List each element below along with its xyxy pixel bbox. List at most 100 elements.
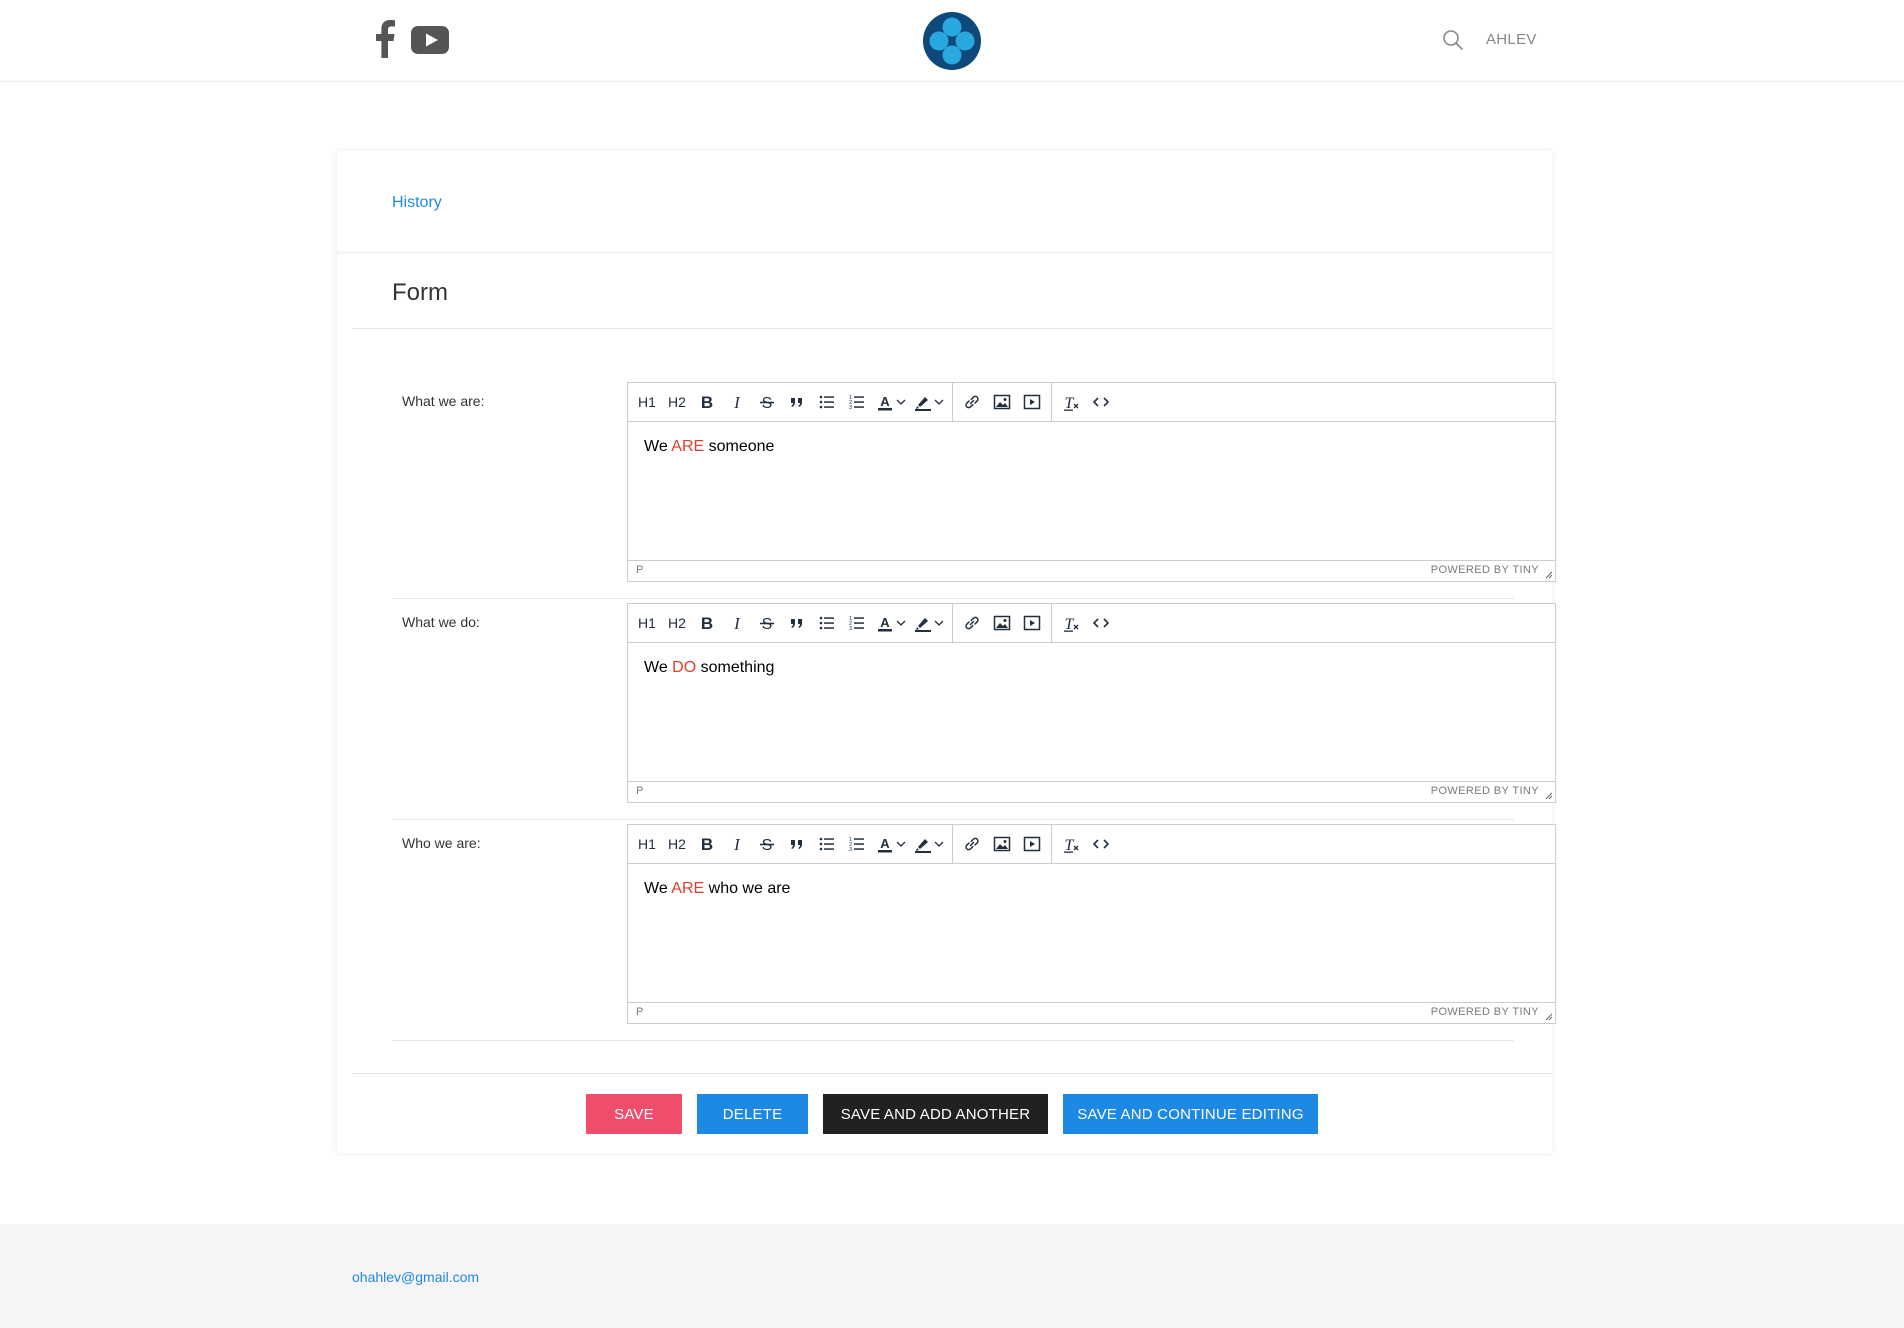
h1-button[interactable]: H1 (632, 608, 662, 638)
clear-formatting-icon[interactable]: T (1056, 387, 1086, 417)
chevron-down-icon[interactable] (894, 837, 908, 851)
link-icon[interactable] (957, 608, 987, 638)
highlight-color-icon[interactable] (910, 608, 948, 638)
branding-link[interactable]: POWERED BY TINY (1431, 1006, 1539, 1018)
h1-button[interactable]: H1 (632, 829, 662, 859)
clear-formatting-icon[interactable]: T (1056, 829, 1086, 859)
media-icon[interactable] (1017, 829, 1047, 859)
save-and-add-another-button[interactable]: SAVE AND ADD ANOTHER (823, 1094, 1048, 1134)
svg-text:3: 3 (849, 847, 852, 853)
toolbar-group-format: H1 H2 B I S 123 A (628, 825, 952, 863)
delete-button[interactable]: DELETE (697, 1094, 808, 1134)
image-icon[interactable] (987, 608, 1017, 638)
chevron-down-icon[interactable] (932, 837, 946, 851)
source-code-icon[interactable] (1086, 608, 1116, 638)
h2-button[interactable]: H2 (662, 387, 692, 417)
bullet-list-icon[interactable] (812, 608, 842, 638)
svg-text:T: T (1065, 395, 1075, 412)
element-path[interactable]: P (636, 785, 643, 797)
editor-content[interactable]: We ARE someone (628, 422, 1555, 560)
svg-text:A: A (880, 394, 890, 409)
site-header: AHLEV (0, 0, 1904, 82)
chevron-down-icon[interactable] (932, 616, 946, 630)
strikethrough-icon[interactable]: S (752, 387, 782, 417)
editor-toolbar: H1 H2 B I S 123 A T (628, 383, 1555, 422)
branding-link[interactable]: POWERED BY TINY (1431, 564, 1539, 576)
svg-text:S: S (762, 395, 773, 412)
numbered-list-icon[interactable]: 123 (842, 608, 872, 638)
link-icon[interactable] (957, 829, 987, 859)
page-title: Form (392, 279, 448, 306)
toolbar-group-insert (952, 383, 1051, 421)
branding-link[interactable]: POWERED BY TINY (1431, 785, 1539, 797)
svg-text:B: B (701, 835, 713, 854)
chevron-down-icon[interactable] (932, 395, 946, 409)
footer-email-link[interactable]: ohahlev@gmail.com (352, 1269, 479, 1285)
svg-text:I: I (733, 614, 741, 633)
toolbar-group-tools: T (1051, 825, 1120, 863)
h1-button[interactable]: H1 (632, 387, 662, 417)
strikethrough-icon[interactable]: S (752, 608, 782, 638)
h2-button[interactable]: H2 (662, 829, 692, 859)
resize-handle-icon[interactable] (1543, 569, 1553, 579)
source-code-icon[interactable] (1086, 387, 1116, 417)
italic-icon[interactable]: I (722, 829, 752, 859)
italic-icon[interactable]: I (722, 387, 752, 417)
logo-icon[interactable] (922, 11, 982, 71)
image-icon[interactable] (987, 387, 1017, 417)
source-code-icon[interactable] (1086, 829, 1116, 859)
search-icon[interactable] (1442, 29, 1464, 51)
h2-button[interactable]: H2 (662, 608, 692, 638)
chevron-down-icon[interactable] (894, 395, 908, 409)
element-path[interactable]: P (636, 564, 643, 576)
svg-text:B: B (701, 614, 713, 633)
text-color-icon[interactable]: A (872, 608, 910, 638)
content-text: something (696, 659, 775, 676)
link-icon[interactable] (957, 387, 987, 417)
card-header: History (337, 151, 1552, 254)
youtube-icon[interactable] (411, 26, 451, 55)
highlight-color-icon[interactable] (910, 387, 948, 417)
bold-icon[interactable]: B (692, 387, 722, 417)
bullet-list-icon[interactable] (812, 387, 842, 417)
rich-text-editor[interactable]: H1 H2 B I S 123 A T (627, 382, 1556, 582)
editor-toolbar: H1 H2 B I S 123 A T (628, 604, 1555, 643)
text-color-icon[interactable]: A (872, 829, 910, 859)
history-link[interactable]: History (392, 194, 442, 212)
media-icon[interactable] (1017, 387, 1047, 417)
svg-text:A: A (880, 615, 890, 630)
chevron-down-icon[interactable] (894, 616, 908, 630)
bullet-list-icon[interactable] (812, 829, 842, 859)
rich-text-editor[interactable]: H1 H2 B I S 123 A T (627, 824, 1556, 1024)
media-icon[interactable] (1017, 608, 1047, 638)
resize-handle-icon[interactable] (1543, 1011, 1553, 1021)
bold-icon[interactable]: B (692, 829, 722, 859)
svg-text:S: S (762, 837, 773, 854)
save-and-continue-editing-button[interactable]: SAVE AND CONTINUE EDITING (1063, 1094, 1318, 1134)
content-highlight: ARE (671, 880, 705, 897)
italic-icon[interactable]: I (722, 608, 752, 638)
element-path[interactable]: P (636, 1006, 643, 1018)
blockquote-icon[interactable] (782, 608, 812, 638)
editor-content[interactable]: We ARE who we are (628, 864, 1555, 1002)
text-color-icon[interactable]: A (872, 387, 910, 417)
save-button[interactable]: SAVE (586, 1094, 682, 1134)
field-label: Who we are: (402, 835, 481, 851)
toolbar-group-format: H1 H2 B I S 123 A (628, 383, 952, 421)
user-menu-link[interactable]: AHLEV (1486, 31, 1537, 48)
editor-content[interactable]: We DO something (628, 643, 1555, 781)
highlight-color-icon[interactable] (910, 829, 948, 859)
numbered-list-icon[interactable]: 123 (842, 829, 872, 859)
strikethrough-icon[interactable]: S (752, 829, 782, 859)
image-icon[interactable] (987, 829, 1017, 859)
blockquote-icon[interactable] (782, 829, 812, 859)
rich-text-editor[interactable]: H1 H2 B I S 123 A T (627, 603, 1556, 803)
svg-text:3: 3 (849, 405, 852, 411)
blockquote-icon[interactable] (782, 387, 812, 417)
clear-formatting-icon[interactable]: T (1056, 608, 1086, 638)
facebook-icon[interactable] (372, 20, 396, 58)
numbered-list-icon[interactable]: 123 (842, 387, 872, 417)
bold-icon[interactable]: B (692, 608, 722, 638)
content-highlight: DO (672, 659, 697, 676)
resize-handle-icon[interactable] (1543, 790, 1553, 800)
